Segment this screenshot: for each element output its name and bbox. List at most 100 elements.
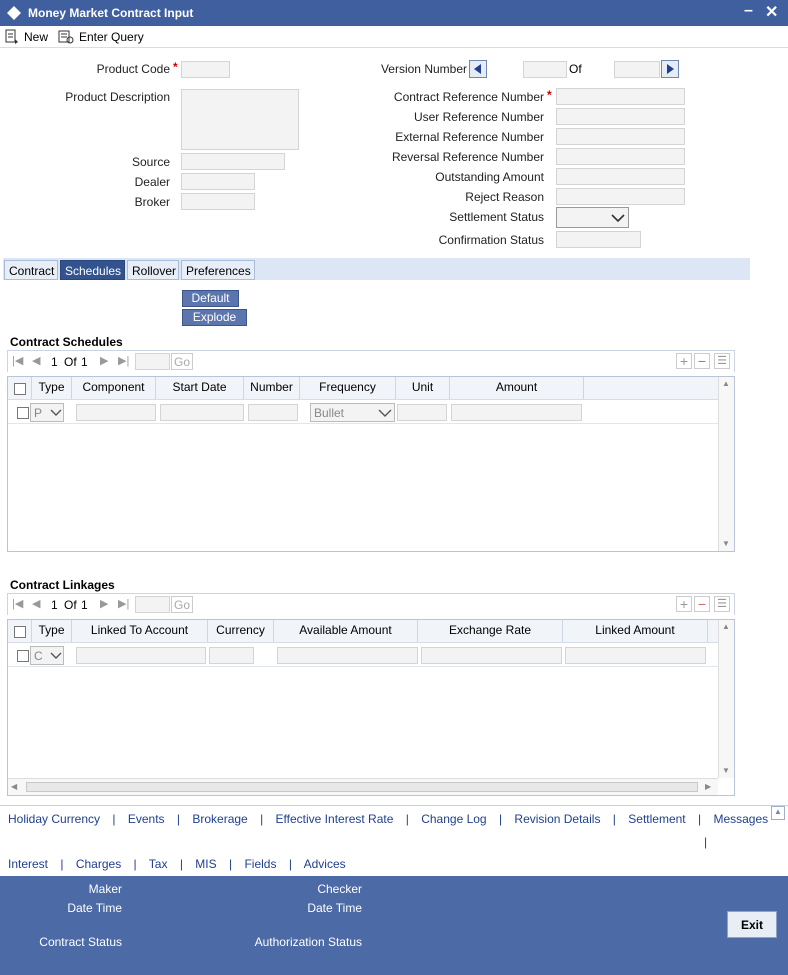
link-tax[interactable]: Tax <box>149 857 168 871</box>
add-row-icon[interactable]: + <box>676 353 692 369</box>
scroll-down-icon[interactable]: ▼ <box>722 539 730 548</box>
type-select[interactable]: C <box>30 646 64 665</box>
scroll-up-icon[interactable]: ▲ <box>722 622 730 631</box>
product-code-input[interactable] <box>181 61 230 78</box>
previous-page-icon[interactable]: ◀ <box>32 597 40 610</box>
start-date-input[interactable] <box>160 404 244 421</box>
version-next-button[interactable] <box>661 60 679 78</box>
page-number-input[interactable] <box>135 596 170 613</box>
number-input[interactable] <box>248 404 298 421</box>
horizontal-scrollbar[interactable]: ◀ ▶ <box>8 778 718 795</box>
delete-row-icon[interactable]: − <box>694 596 710 612</box>
link-change-log[interactable]: Change Log <box>421 812 486 826</box>
link-fields[interactable]: Fields <box>244 857 276 871</box>
contract-schedules-table: Type Component Start Date Number Frequen… <box>7 376 735 552</box>
available-amount-input[interactable] <box>277 647 418 664</box>
go-button[interactable]: Go <box>171 596 193 613</box>
version-number-input[interactable] <box>523 61 567 78</box>
reversal-reference-input[interactable] <box>556 148 685 165</box>
tab-preferences[interactable]: Preferences <box>181 260 255 280</box>
linked-to-account-input[interactable] <box>76 647 206 664</box>
col-linked-amount: Linked Amount <box>563 620 708 642</box>
vertical-scrollbar[interactable]: ▲ ▼ <box>718 377 734 551</box>
scroll-right-icon[interactable]: ▶ <box>705 782 711 791</box>
checker-label: Checker <box>317 882 362 896</box>
broker-input[interactable] <box>181 193 255 210</box>
frequency-select[interactable]: Bullet <box>310 403 395 422</box>
close-icon[interactable]: ✕ <box>765 2 778 22</box>
last-page-icon[interactable]: ▶| <box>118 354 129 367</box>
settlement-status-select[interactable] <box>556 207 629 228</box>
link-separator: | <box>405 812 409 826</box>
scroll-down-icon[interactable]: ▼ <box>722 766 730 775</box>
previous-page-icon[interactable]: ◀ <box>32 354 40 367</box>
scroll-up-icon[interactable]: ▲ <box>722 379 730 388</box>
component-input[interactable] <box>76 404 156 421</box>
last-page-icon[interactable]: ▶| <box>118 597 129 610</box>
page-number-input[interactable] <box>135 353 170 370</box>
bottom-links-row-1: Holiday Currency | Events | Brokerage | … <box>8 812 768 826</box>
source-input[interactable] <box>181 153 285 170</box>
select-all-checkbox[interactable] <box>13 626 26 638</box>
explode-button[interactable]: Explode <box>182 309 247 326</box>
version-total-input[interactable] <box>614 61 660 78</box>
first-page-icon[interactable]: |◀ <box>12 354 23 367</box>
collapse-links-icon[interactable]: ▲ <box>771 806 785 820</box>
tab-schedules[interactable]: Schedules <box>60 260 125 280</box>
list-view-icon[interactable]: ☰ <box>714 353 730 369</box>
link-advices[interactable]: Advices <box>304 857 346 871</box>
link-messages[interactable]: Messages <box>713 812 768 826</box>
maker-datetime-label: Date Time <box>67 901 122 915</box>
contract-reference-input[interactable] <box>556 88 685 105</box>
first-page-icon[interactable]: |◀ <box>12 597 23 610</box>
user-reference-label: User Reference Number <box>413 110 544 124</box>
row-checkbox[interactable] <box>17 650 29 662</box>
version-previous-button[interactable] <box>469 60 487 78</box>
go-button[interactable]: Go <box>171 353 193 370</box>
type-select[interactable]: P <box>30 403 64 422</box>
triangle-right-icon <box>667 64 674 74</box>
tab-rollover[interactable]: Rollover <box>127 260 179 280</box>
link-holiday-currency[interactable]: Holiday Currency <box>8 812 100 826</box>
chevron-down-icon <box>50 409 62 416</box>
next-page-icon[interactable]: ▶ <box>100 354 108 367</box>
minimize-icon[interactable]: – <box>744 2 753 20</box>
exchange-rate-input[interactable] <box>421 647 562 664</box>
scroll-left-icon[interactable]: ◀ <box>11 782 17 791</box>
reject-reason-input[interactable] <box>556 188 685 205</box>
outstanding-amount-input[interactable] <box>556 168 685 185</box>
enter-query-button[interactable]: Enter Query <box>58 28 144 46</box>
next-page-icon[interactable]: ▶ <box>100 597 108 610</box>
currency-input[interactable] <box>209 647 254 664</box>
link-mis[interactable]: MIS <box>195 857 216 871</box>
link-effective-interest-rate[interactable]: Effective Interest Rate <box>276 812 394 826</box>
delete-row-icon[interactable]: − <box>694 353 710 369</box>
new-document-icon <box>5 29 18 44</box>
link-interest[interactable]: Interest <box>8 857 48 871</box>
confirmation-status-input[interactable] <box>556 231 641 248</box>
unit-input[interactable] <box>397 404 447 421</box>
amount-input[interactable] <box>451 404 582 421</box>
product-description-textarea[interactable] <box>181 89 299 150</box>
vertical-scrollbar[interactable]: ▲ ▼ <box>718 620 734 778</box>
tab-contract[interactable]: Contract <box>4 260 58 280</box>
default-button[interactable]: Default <box>182 290 239 307</box>
product-description-label: Product Description <box>65 90 170 104</box>
scroll-thumb[interactable] <box>26 782 698 792</box>
list-view-icon[interactable]: ☰ <box>714 596 730 612</box>
link-events[interactable]: Events <box>128 812 165 826</box>
dealer-input[interactable] <box>181 173 255 190</box>
user-reference-input[interactable] <box>556 108 685 125</box>
exit-button[interactable]: Exit <box>727 911 777 938</box>
linked-amount-input[interactable] <box>565 647 706 664</box>
select-all-checkbox[interactable] <box>13 383 26 395</box>
link-settlement[interactable]: Settlement <box>628 812 685 826</box>
row-checkbox[interactable] <box>17 407 29 419</box>
external-reference-input[interactable] <box>556 128 685 145</box>
new-button[interactable]: New <box>4 28 48 46</box>
add-row-icon[interactable]: + <box>676 596 692 612</box>
link-brokerage[interactable]: Brokerage <box>192 812 247 826</box>
link-charges[interactable]: Charges <box>76 857 121 871</box>
query-icon <box>58 30 74 44</box>
link-revision-details[interactable]: Revision Details <box>514 812 600 826</box>
